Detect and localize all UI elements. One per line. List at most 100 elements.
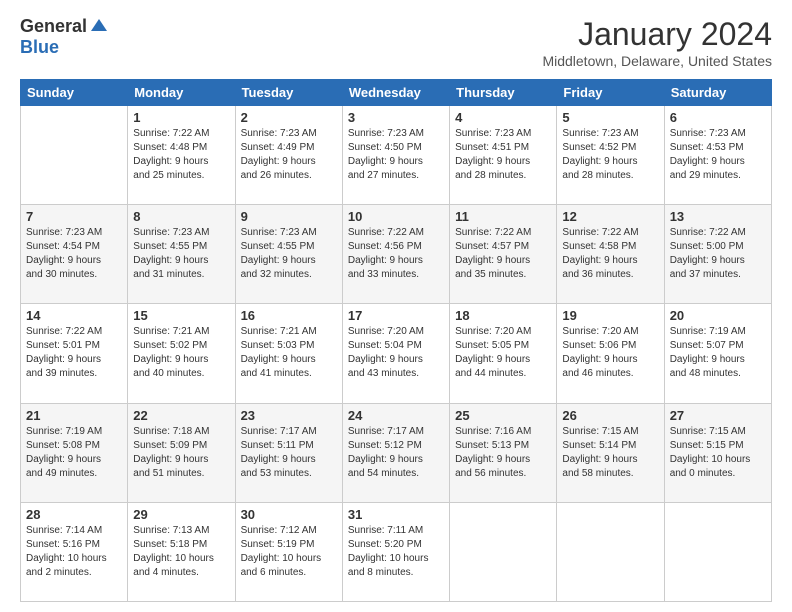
title-block: January 2024 Middletown, Delaware, Unite… (542, 16, 772, 69)
day-number: 26 (562, 408, 658, 423)
day-number: 23 (241, 408, 337, 423)
cell-info: Sunrise: 7:20 AM Sunset: 5:06 PM Dayligh… (562, 325, 658, 381)
logo: General Blue (20, 16, 109, 58)
calendar-cell (21, 106, 128, 205)
cell-info: Sunrise: 7:23 AM Sunset: 4:55 PM Dayligh… (133, 226, 229, 282)
calendar-cell: 18 Sunrise: 7:20 AM Sunset: 5:05 PM Dayli… (450, 304, 557, 403)
cell-info: Sunrise: 7:22 AM Sunset: 4:48 PM Dayligh… (133, 127, 229, 183)
day-number: 9 (241, 209, 337, 224)
calendar-cell: 5 Sunrise: 7:23 AM Sunset: 4:52 PM Daylig… (557, 106, 664, 205)
cell-info: Sunrise: 7:15 AM Sunset: 5:14 PM Dayligh… (562, 425, 658, 481)
cell-info: Sunrise: 7:20 AM Sunset: 5:04 PM Dayligh… (348, 325, 444, 381)
cell-info: Sunrise: 7:23 AM Sunset: 4:54 PM Dayligh… (26, 226, 122, 282)
cell-info: Sunrise: 7:11 AM Sunset: 5:20 PM Dayligh… (348, 524, 444, 580)
calendar-cell: 12 Sunrise: 7:22 AM Sunset: 4:58 PM Dayli… (557, 205, 664, 304)
cell-info: Sunrise: 7:19 AM Sunset: 5:07 PM Dayligh… (670, 325, 766, 381)
cell-info: Sunrise: 7:21 AM Sunset: 5:03 PM Dayligh… (241, 325, 337, 381)
cell-info: Sunrise: 7:22 AM Sunset: 5:01 PM Dayligh… (26, 325, 122, 381)
logo-blue-text: Blue (20, 37, 59, 58)
calendar-cell: 20Sunrise: 7:19 AM Sunset: 5:07 PM Dayli… (664, 304, 771, 403)
calendar-week-row: 7 Sunrise: 7:23 AM Sunset: 4:54 PM Daylig… (21, 205, 772, 304)
calendar-cell (450, 502, 557, 601)
page-header: General Blue January 2024 Middletown, De… (20, 16, 772, 69)
weekday-header-row: SundayMondayTuesdayWednesdayThursdayFrid… (21, 80, 772, 106)
day-number: 24 (348, 408, 444, 423)
calendar-cell: 3Sunrise: 7:23 AM Sunset: 4:50 PM Daylig… (342, 106, 449, 205)
calendar-cell: 30Sunrise: 7:12 AM Sunset: 5:19 PM Dayli… (235, 502, 342, 601)
day-number: 2 (241, 110, 337, 125)
calendar-cell: 17 Sunrise: 7:20 AM Sunset: 5:04 PM Dayli… (342, 304, 449, 403)
calendar-week-row: 21 Sunrise: 7:19 AM Sunset: 5:08 PM Dayli… (21, 403, 772, 502)
calendar-cell: 23Sunrise: 7:17 AM Sunset: 5:11 PM Dayli… (235, 403, 342, 502)
calendar-cell: 27 Sunrise: 7:15 AM Sunset: 5:15 PM Dayli… (664, 403, 771, 502)
calendar-week-row: 14 Sunrise: 7:22 AM Sunset: 5:01 PM Dayli… (21, 304, 772, 403)
calendar-cell: 6 Sunrise: 7:23 AM Sunset: 4:53 PM Daylig… (664, 106, 771, 205)
calendar-cell: 31 Sunrise: 7:11 AM Sunset: 5:20 PM Dayli… (342, 502, 449, 601)
day-number: 22 (133, 408, 229, 423)
weekday-header-friday: Friday (557, 80, 664, 106)
calendar-week-row: 28 Sunrise: 7:14 AM Sunset: 5:16 PM Dayli… (21, 502, 772, 601)
calendar-cell: 13 Sunrise: 7:22 AM Sunset: 5:00 PM Dayli… (664, 205, 771, 304)
cell-info: Sunrise: 7:23 AM Sunset: 4:50 PM Dayligh… (348, 127, 444, 183)
weekday-header-thursday: Thursday (450, 80, 557, 106)
calendar-cell: 10 Sunrise: 7:22 AM Sunset: 4:56 PM Dayli… (342, 205, 449, 304)
weekday-header-saturday: Saturday (664, 80, 771, 106)
cell-info: Sunrise: 7:14 AM Sunset: 5:16 PM Dayligh… (26, 524, 122, 580)
day-number: 13 (670, 209, 766, 224)
cell-info: Sunrise: 7:23 AM Sunset: 4:55 PM Dayligh… (241, 226, 337, 282)
day-number: 5 (562, 110, 658, 125)
calendar-cell: 11Sunrise: 7:22 AM Sunset: 4:57 PM Dayli… (450, 205, 557, 304)
calendar-cell: 29Sunrise: 7:13 AM Sunset: 5:18 PM Dayli… (128, 502, 235, 601)
cell-info: Sunrise: 7:23 AM Sunset: 4:53 PM Dayligh… (670, 127, 766, 183)
day-number: 21 (26, 408, 122, 423)
day-number: 10 (348, 209, 444, 224)
month-title: January 2024 (542, 16, 772, 53)
calendar-cell: 7 Sunrise: 7:23 AM Sunset: 4:54 PM Daylig… (21, 205, 128, 304)
day-number: 28 (26, 507, 122, 522)
calendar-cell: 25Sunrise: 7:16 AM Sunset: 5:13 PM Dayli… (450, 403, 557, 502)
calendar-week-row: 1Sunrise: 7:22 AM Sunset: 4:48 PM Daylig… (21, 106, 772, 205)
cell-info: Sunrise: 7:19 AM Sunset: 5:08 PM Dayligh… (26, 425, 122, 481)
calendar-table: SundayMondayTuesdayWednesdayThursdayFrid… (20, 79, 772, 602)
day-number: 15 (133, 308, 229, 323)
cell-info: Sunrise: 7:23 AM Sunset: 4:52 PM Dayligh… (562, 127, 658, 183)
cell-info: Sunrise: 7:12 AM Sunset: 5:19 PM Dayligh… (241, 524, 337, 580)
day-number: 17 (348, 308, 444, 323)
cell-info: Sunrise: 7:23 AM Sunset: 4:49 PM Dayligh… (241, 127, 337, 183)
calendar-cell: 22Sunrise: 7:18 AM Sunset: 5:09 PM Dayli… (128, 403, 235, 502)
logo-general-text: General (20, 16, 87, 37)
cell-info: Sunrise: 7:22 AM Sunset: 5:00 PM Dayligh… (670, 226, 766, 282)
weekday-header-tuesday: Tuesday (235, 80, 342, 106)
day-number: 14 (26, 308, 122, 323)
cell-info: Sunrise: 7:13 AM Sunset: 5:18 PM Dayligh… (133, 524, 229, 580)
day-number: 6 (670, 110, 766, 125)
day-number: 11 (455, 209, 551, 224)
cell-info: Sunrise: 7:17 AM Sunset: 5:12 PM Dayligh… (348, 425, 444, 481)
day-number: 4 (455, 110, 551, 125)
calendar-cell: 15 Sunrise: 7:21 AM Sunset: 5:02 PM Dayli… (128, 304, 235, 403)
day-number: 25 (455, 408, 551, 423)
day-number: 16 (241, 308, 337, 323)
calendar-cell: 1Sunrise: 7:22 AM Sunset: 4:48 PM Daylig… (128, 106, 235, 205)
day-number: 31 (348, 507, 444, 522)
weekday-header-wednesday: Wednesday (342, 80, 449, 106)
calendar-cell: 19Sunrise: 7:20 AM Sunset: 5:06 PM Dayli… (557, 304, 664, 403)
calendar-cell: 16 Sunrise: 7:21 AM Sunset: 5:03 PM Dayli… (235, 304, 342, 403)
calendar-cell: 14 Sunrise: 7:22 AM Sunset: 5:01 PM Dayli… (21, 304, 128, 403)
calendar-cell (664, 502, 771, 601)
cell-info: Sunrise: 7:20 AM Sunset: 5:05 PM Dayligh… (455, 325, 551, 381)
cell-info: Sunrise: 7:21 AM Sunset: 5:02 PM Dayligh… (133, 325, 229, 381)
cell-info: Sunrise: 7:23 AM Sunset: 4:51 PM Dayligh… (455, 127, 551, 183)
calendar-cell: 26 Sunrise: 7:15 AM Sunset: 5:14 PM Dayli… (557, 403, 664, 502)
calendar-cell: 28 Sunrise: 7:14 AM Sunset: 5:16 PM Dayli… (21, 502, 128, 601)
weekday-header-sunday: Sunday (21, 80, 128, 106)
calendar-cell: 8Sunrise: 7:23 AM Sunset: 4:55 PM Daylig… (128, 205, 235, 304)
cell-info: Sunrise: 7:15 AM Sunset: 5:15 PM Dayligh… (670, 425, 766, 481)
cell-info: Sunrise: 7:22 AM Sunset: 4:58 PM Dayligh… (562, 226, 658, 282)
day-number: 18 (455, 308, 551, 323)
page-container: General Blue January 2024 Middletown, De… (0, 0, 792, 612)
day-number: 12 (562, 209, 658, 224)
day-number: 7 (26, 209, 122, 224)
cell-info: Sunrise: 7:22 AM Sunset: 4:56 PM Dayligh… (348, 226, 444, 282)
day-number: 27 (670, 408, 766, 423)
